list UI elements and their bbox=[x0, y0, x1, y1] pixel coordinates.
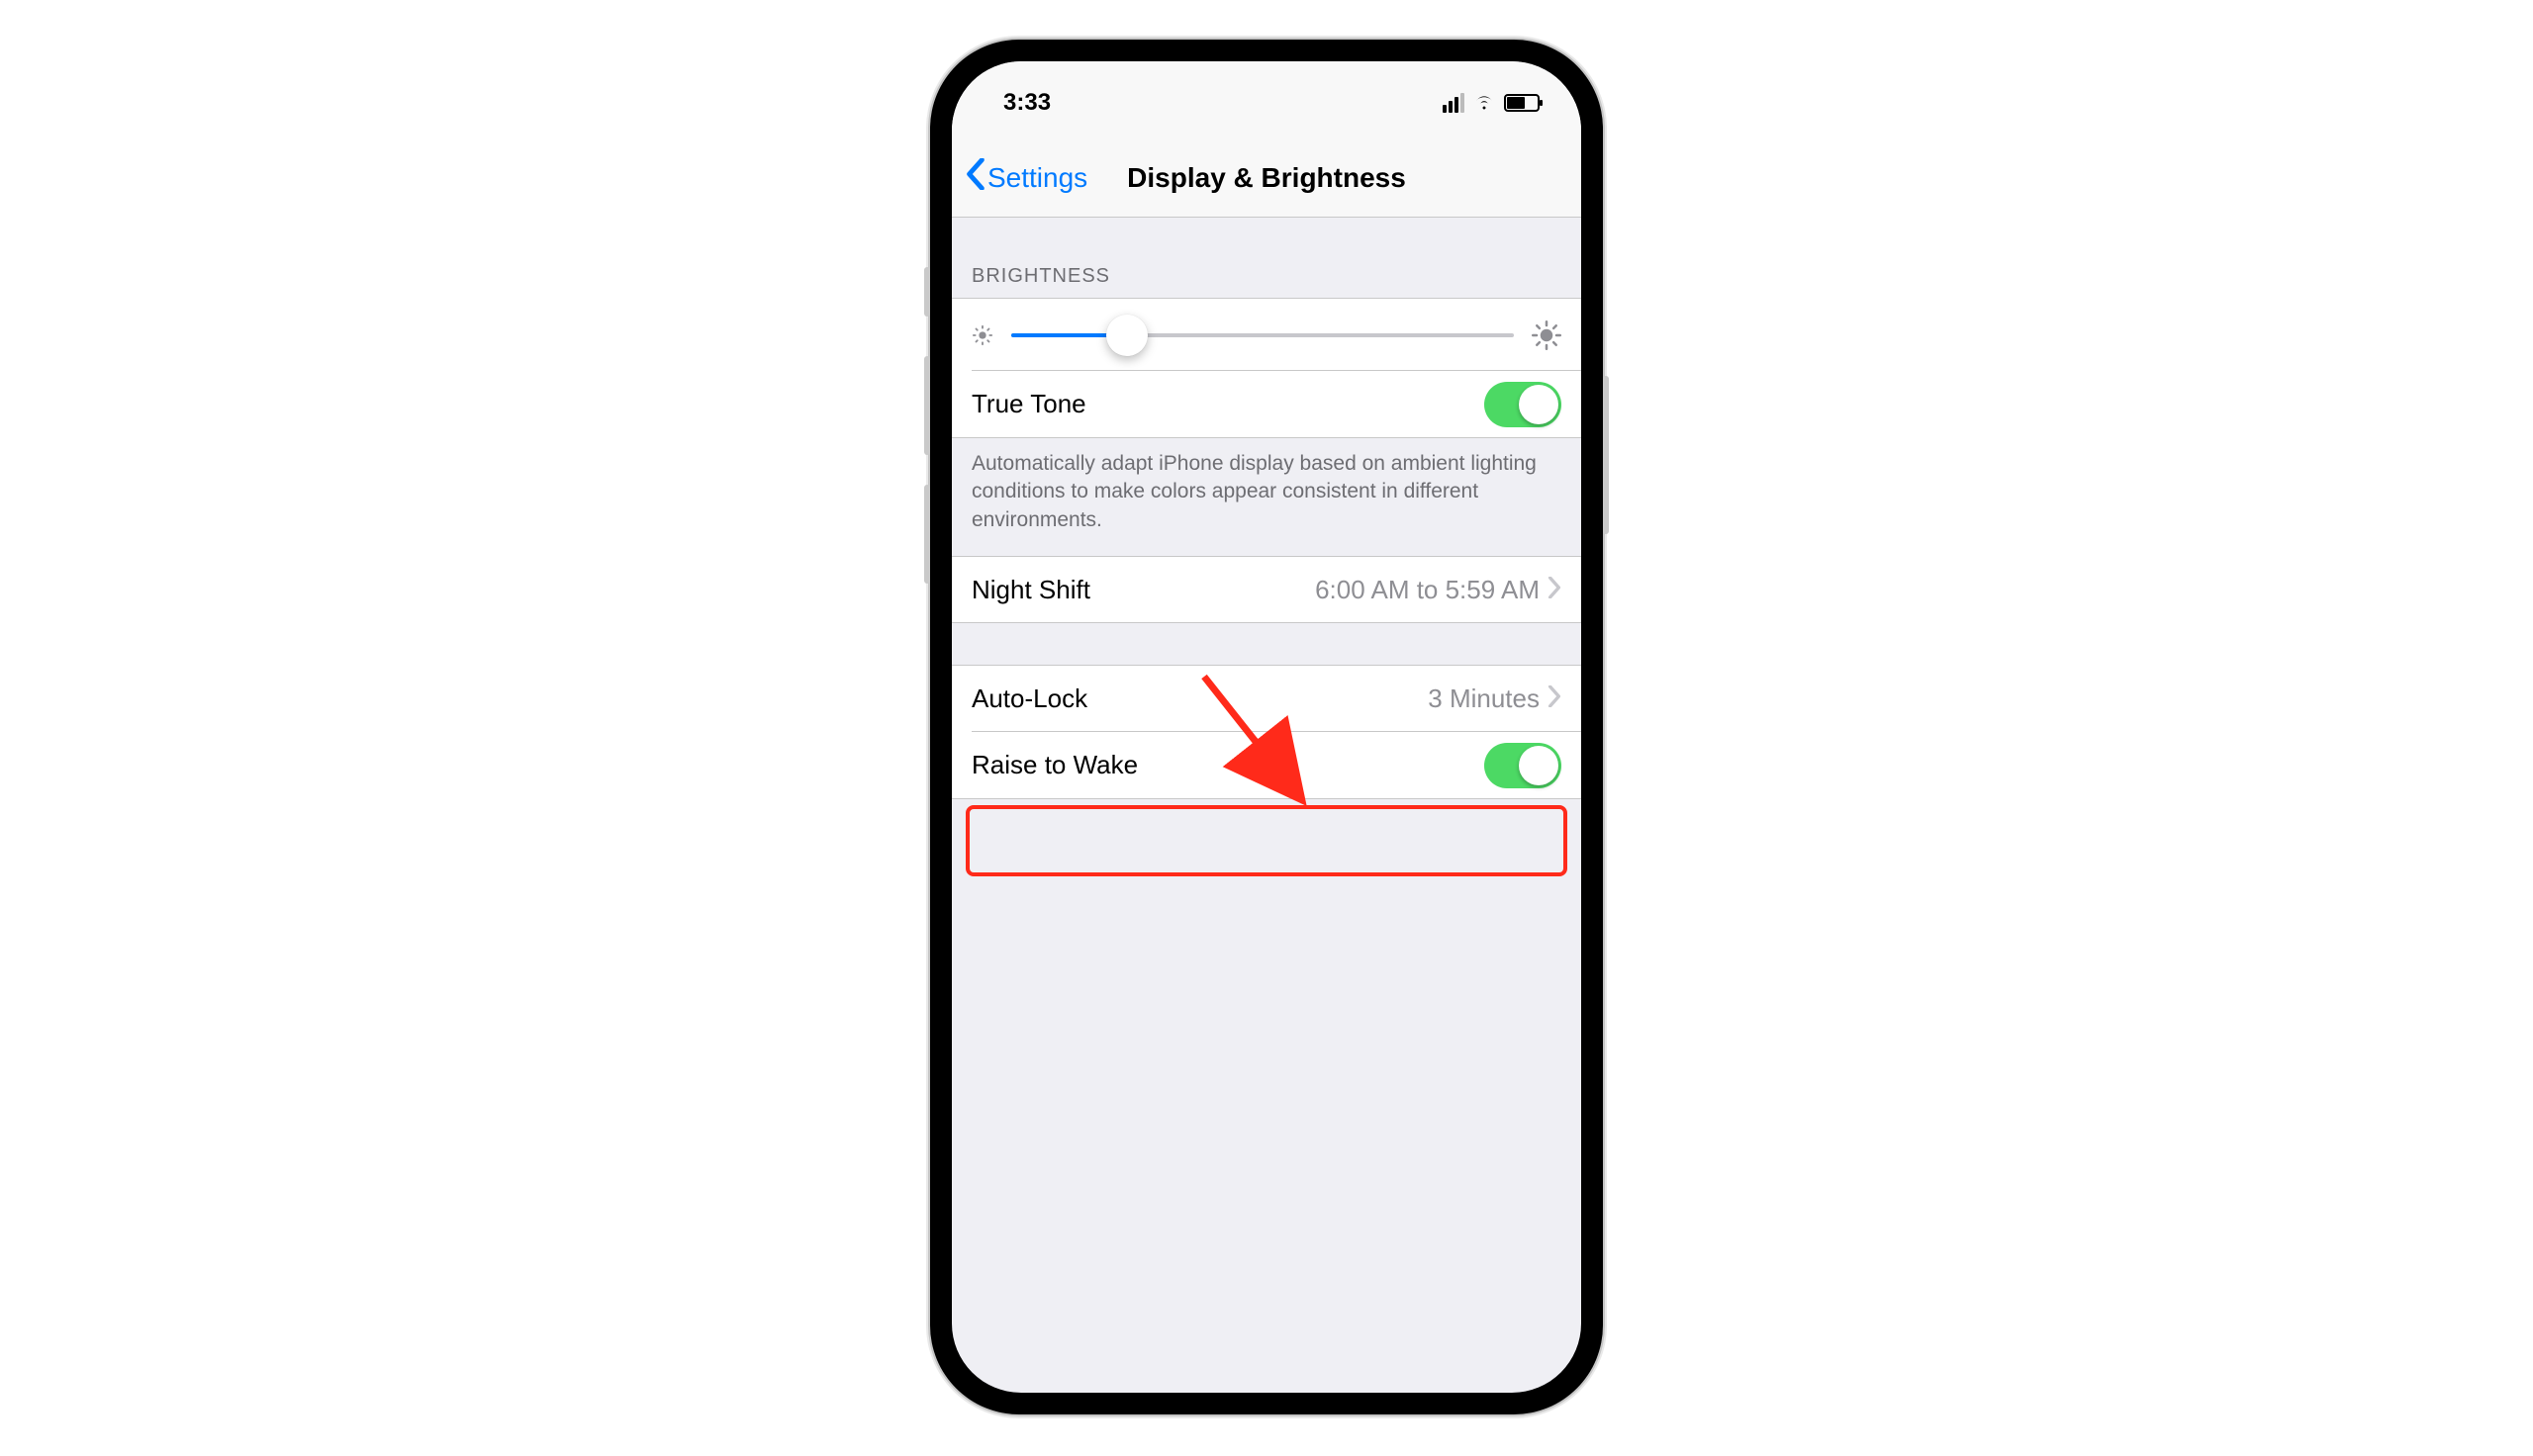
side-button bbox=[1603, 376, 1609, 534]
true-tone-row: True Tone bbox=[952, 371, 1581, 438]
status-time: 3:33 bbox=[1003, 89, 1051, 117]
chevron-right-icon bbox=[1548, 575, 1561, 605]
screen: 3:33 Settings Display & Brightness BRIGH… bbox=[952, 61, 1581, 1393]
brightness-low-icon bbox=[972, 324, 993, 346]
raise-to-wake-switch[interactable] bbox=[1484, 743, 1561, 788]
auto-lock-row[interactable]: Auto-Lock 3 Minutes bbox=[952, 665, 1581, 732]
slider-thumb[interactable] bbox=[1106, 315, 1148, 356]
night-shift-label: Night Shift bbox=[972, 575, 1315, 605]
section-header-brightness: BRIGHTNESS bbox=[952, 218, 1581, 298]
cellular-signal-icon bbox=[1443, 93, 1464, 113]
true-tone-description: Automatically adapt iPhone display based… bbox=[952, 438, 1581, 556]
battery-icon bbox=[1504, 94, 1540, 112]
true-tone-switch[interactable] bbox=[1484, 382, 1561, 427]
volume-up-button bbox=[924, 356, 930, 455]
chevron-left-icon bbox=[966, 158, 985, 197]
navigation-bar: Settings Display & Brightness bbox=[952, 138, 1581, 218]
mute-switch bbox=[924, 267, 930, 317]
brightness-slider[interactable] bbox=[1011, 333, 1514, 337]
volume-down-button bbox=[924, 485, 930, 584]
back-label: Settings bbox=[987, 162, 1087, 194]
wifi-icon bbox=[1472, 91, 1496, 116]
brightness-slider-row bbox=[952, 298, 1581, 371]
back-button[interactable]: Settings bbox=[966, 158, 1087, 197]
chevron-right-icon bbox=[1548, 683, 1561, 714]
phone-frame: 3:33 Settings Display & Brightness BRIGH… bbox=[930, 40, 1603, 1414]
auto-lock-label: Auto-Lock bbox=[972, 683, 1428, 714]
annotation-highlight-box bbox=[966, 805, 1567, 876]
auto-lock-value: 3 Minutes bbox=[1428, 683, 1540, 714]
status-bar: 3:33 bbox=[952, 61, 1581, 138]
night-shift-row[interactable]: Night Shift 6:00 AM to 5:59 AM bbox=[952, 556, 1581, 623]
true-tone-label: True Tone bbox=[972, 389, 1484, 419]
raise-to-wake-label: Raise to Wake bbox=[972, 750, 1484, 780]
brightness-high-icon bbox=[1532, 320, 1561, 350]
night-shift-value: 6:00 AM to 5:59 AM bbox=[1315, 575, 1540, 605]
raise-to-wake-row: Raise to Wake bbox=[952, 732, 1581, 799]
